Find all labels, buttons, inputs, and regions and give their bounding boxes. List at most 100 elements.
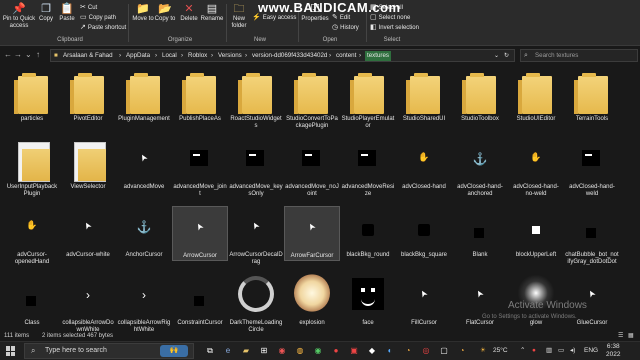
select-none-button[interactable]: ▢ Select none <box>370 14 410 22</box>
roblox-icon[interactable]: ▣ <box>348 345 360 357</box>
file-item[interactable]: ➤ ArrowCursor <box>172 206 228 261</box>
breadcrumb-textures[interactable]: textures <box>365 51 392 61</box>
file-item[interactable]: DarkThemeLoadingCircle <box>228 274 284 332</box>
language-indicator[interactable]: ENG <box>584 342 598 360</box>
tray-record-icon[interactable]: ● <box>532 342 536 360</box>
file-item[interactable]: ➤ FillCursor <box>396 274 452 327</box>
chrome-alt-icon[interactable]: ◉ <box>312 345 324 357</box>
file-item[interactable]: Class <box>4 274 60 327</box>
move-to-button[interactable]: 📁 Move to <box>132 3 154 23</box>
tray-chevron-icon[interactable]: ⌃ <box>520 342 525 360</box>
back-arrow-icon[interactable]: ← <box>4 50 12 59</box>
file-item[interactable]: ViewSelector <box>60 138 116 191</box>
file-item[interactable]: › collapsibleArrowDownWhite <box>60 274 116 332</box>
app-icon[interactable]: ◔ <box>456 345 468 357</box>
file-item[interactable]: advancedMove_noJoint <box>284 138 340 198</box>
breadcrumb-content[interactable]: content <box>336 51 356 61</box>
file-item[interactable]: explosion <box>284 274 340 327</box>
breadcrumb-versions[interactable]: Versions <box>218 51 242 61</box>
copy-to-button[interactable]: 📂 Copy to <box>154 3 176 23</box>
file-item[interactable]: Blank <box>452 206 508 259</box>
file-explorer-icon[interactable]: ▰ <box>240 345 252 357</box>
file-item[interactable]: › collapsibleArrowRightWhite <box>116 274 172 332</box>
search-box[interactable]: ⌕ Search textures <box>520 49 638 62</box>
edit-button[interactable]: ✎ Edit <box>332 14 350 22</box>
up-arrow-icon[interactable]: ↑ <box>36 50 40 59</box>
file-item[interactable]: ➤ ArrowCursorDecalDrag <box>228 206 284 266</box>
weather-icon[interactable]: ☀ <box>480 342 486 360</box>
details-view-icon[interactable]: ☰ <box>618 332 623 341</box>
roblox-studio-icon[interactable]: ◆ <box>366 345 378 357</box>
task-view-icon[interactable]: ⧉ <box>204 345 216 357</box>
file-item[interactable]: ➤ ArrowFarCursor <box>284 206 340 261</box>
file-item[interactable]: chatBubble_bot_notifyGray_dotDotDot <box>564 206 620 266</box>
edge-browser-icon[interactable]: ◐ <box>384 345 396 357</box>
rename-button[interactable]: ▤ Rename <box>200 3 224 23</box>
paste-button[interactable]: 📋 Paste <box>56 3 78 23</box>
network-icon[interactable]: ▭ <box>558 342 564 360</box>
file-item[interactable]: ✋ advClosed-hand-no-weld <box>508 138 564 198</box>
file-item[interactable]: ➤ advancedMove <box>116 138 172 191</box>
tray-app-icon[interactable]: ▥ <box>546 342 552 360</box>
file-item[interactable]: particles <box>4 70 60 123</box>
file-item[interactable]: StudioPlayerEmulator <box>340 70 396 130</box>
file-item[interactable]: PivotEditor <box>60 70 116 123</box>
edge-icon[interactable]: e <box>222 345 234 357</box>
file-item[interactable]: blackBkg_round <box>340 206 396 259</box>
windows-start-icon[interactable] <box>6 346 16 356</box>
new-folder-button[interactable]: 🗀 New folder <box>228 3 250 30</box>
file-item[interactable]: ⚓ AnchorCursor <box>116 206 172 259</box>
file-item[interactable]: advClosed-hand-weld <box>564 138 620 198</box>
address-dropdown-chevron-icon[interactable]: ⌄ <box>494 51 499 61</box>
address-bar[interactable]: ■ Arsalaan & Fahad › AppData › Local › R… <box>50 49 515 62</box>
file-item[interactable]: advancedMove_keysOnly <box>228 138 284 198</box>
app-icon[interactable]: ▢ <box>438 345 450 357</box>
firefox-icon[interactable]: ◍ <box>294 345 306 357</box>
file-item[interactable]: PublishPlaceAs <box>172 70 228 123</box>
file-item[interactable]: UserInputPlaybackPlugin <box>4 138 60 198</box>
cortana-banner-icon[interactable]: 🙌 <box>160 345 188 357</box>
file-item[interactable]: StudioUIEditor <box>508 70 564 123</box>
recent-chevron-down-icon[interactable]: ⌄ <box>25 50 32 59</box>
chrome-icon[interactable]: ◉ <box>276 345 288 357</box>
file-item[interactable]: advancedMoveResize <box>340 138 396 198</box>
file-item[interactable]: TerrainTools <box>564 70 620 123</box>
breadcrumb-roblox[interactable]: Roblox <box>188 51 207 61</box>
pin-to-quick-access-button[interactable]: 📌 Pin to Quick access <box>2 3 36 30</box>
file-item[interactable]: ConstraintCursor <box>172 274 228 327</box>
file-item[interactable]: blackBkg_square <box>396 206 452 259</box>
record-icon[interactable]: ◎ <box>420 345 432 357</box>
file-item[interactable]: StudioConvertToPackagePlugin <box>284 70 340 130</box>
refresh-icon[interactable]: ↻ <box>504 51 509 61</box>
file-item[interactable]: RoactStudioWidgets <box>228 70 284 130</box>
copy-button[interactable]: ❐ Copy <box>36 3 56 23</box>
file-item[interactable]: advancedMove_joint <box>172 138 228 198</box>
invert-selection-button[interactable]: ◧ Invert selection <box>370 24 419 32</box>
file-item[interactable]: StudioToolbox <box>452 70 508 123</box>
paste-shortcut-button[interactable]: ↗ Paste shortcut <box>80 24 126 32</box>
breadcrumb-version[interactable]: version-dd069f433d43402d <box>252 51 327 61</box>
volume-icon[interactable]: ◂) <box>570 342 575 360</box>
large-icons-view-icon[interactable]: ▦ <box>628 332 634 341</box>
file-item[interactable]: PluginManagement <box>116 70 172 123</box>
file-item[interactable]: ✋ advClosed-hand <box>396 138 452 191</box>
copy-path-button[interactable]: ▭ Copy path <box>80 14 116 22</box>
breadcrumb-appdata[interactable]: AppData <box>126 51 150 61</box>
file-item[interactable]: ✋ advCursor-openedHand <box>4 206 60 266</box>
file-item[interactable]: face <box>340 274 396 327</box>
file-item[interactable]: StudioSharedUI <box>396 70 452 123</box>
bandicam-record-icon[interactable]: ● <box>330 345 342 357</box>
breadcrumb-local[interactable]: Local <box>162 51 177 61</box>
file-item[interactable]: blockUpperLeft <box>508 206 564 259</box>
file-item[interactable]: ⚓ advClosed-hand-anchored <box>452 138 508 198</box>
app-icon[interactable]: ◔ <box>402 345 414 357</box>
easy-access-button[interactable]: ⚡ Easy access <box>252 14 296 22</box>
cut-button[interactable]: ✂ Cut <box>80 4 97 12</box>
clock[interactable]: 6:38 2022 <box>606 343 620 359</box>
delete-button[interactable]: ✕ Delete <box>178 3 200 23</box>
history-button[interactable]: ◷ History <box>332 24 359 32</box>
breadcrumb-arsalaan-fahad[interactable]: Arsalaan & Fahad <box>63 51 113 61</box>
temperature[interactable]: 25°C <box>493 342 508 360</box>
file-item[interactable]: ➤ advCursor-white <box>60 206 116 259</box>
store-icon[interactable]: ⊞ <box>258 345 270 357</box>
